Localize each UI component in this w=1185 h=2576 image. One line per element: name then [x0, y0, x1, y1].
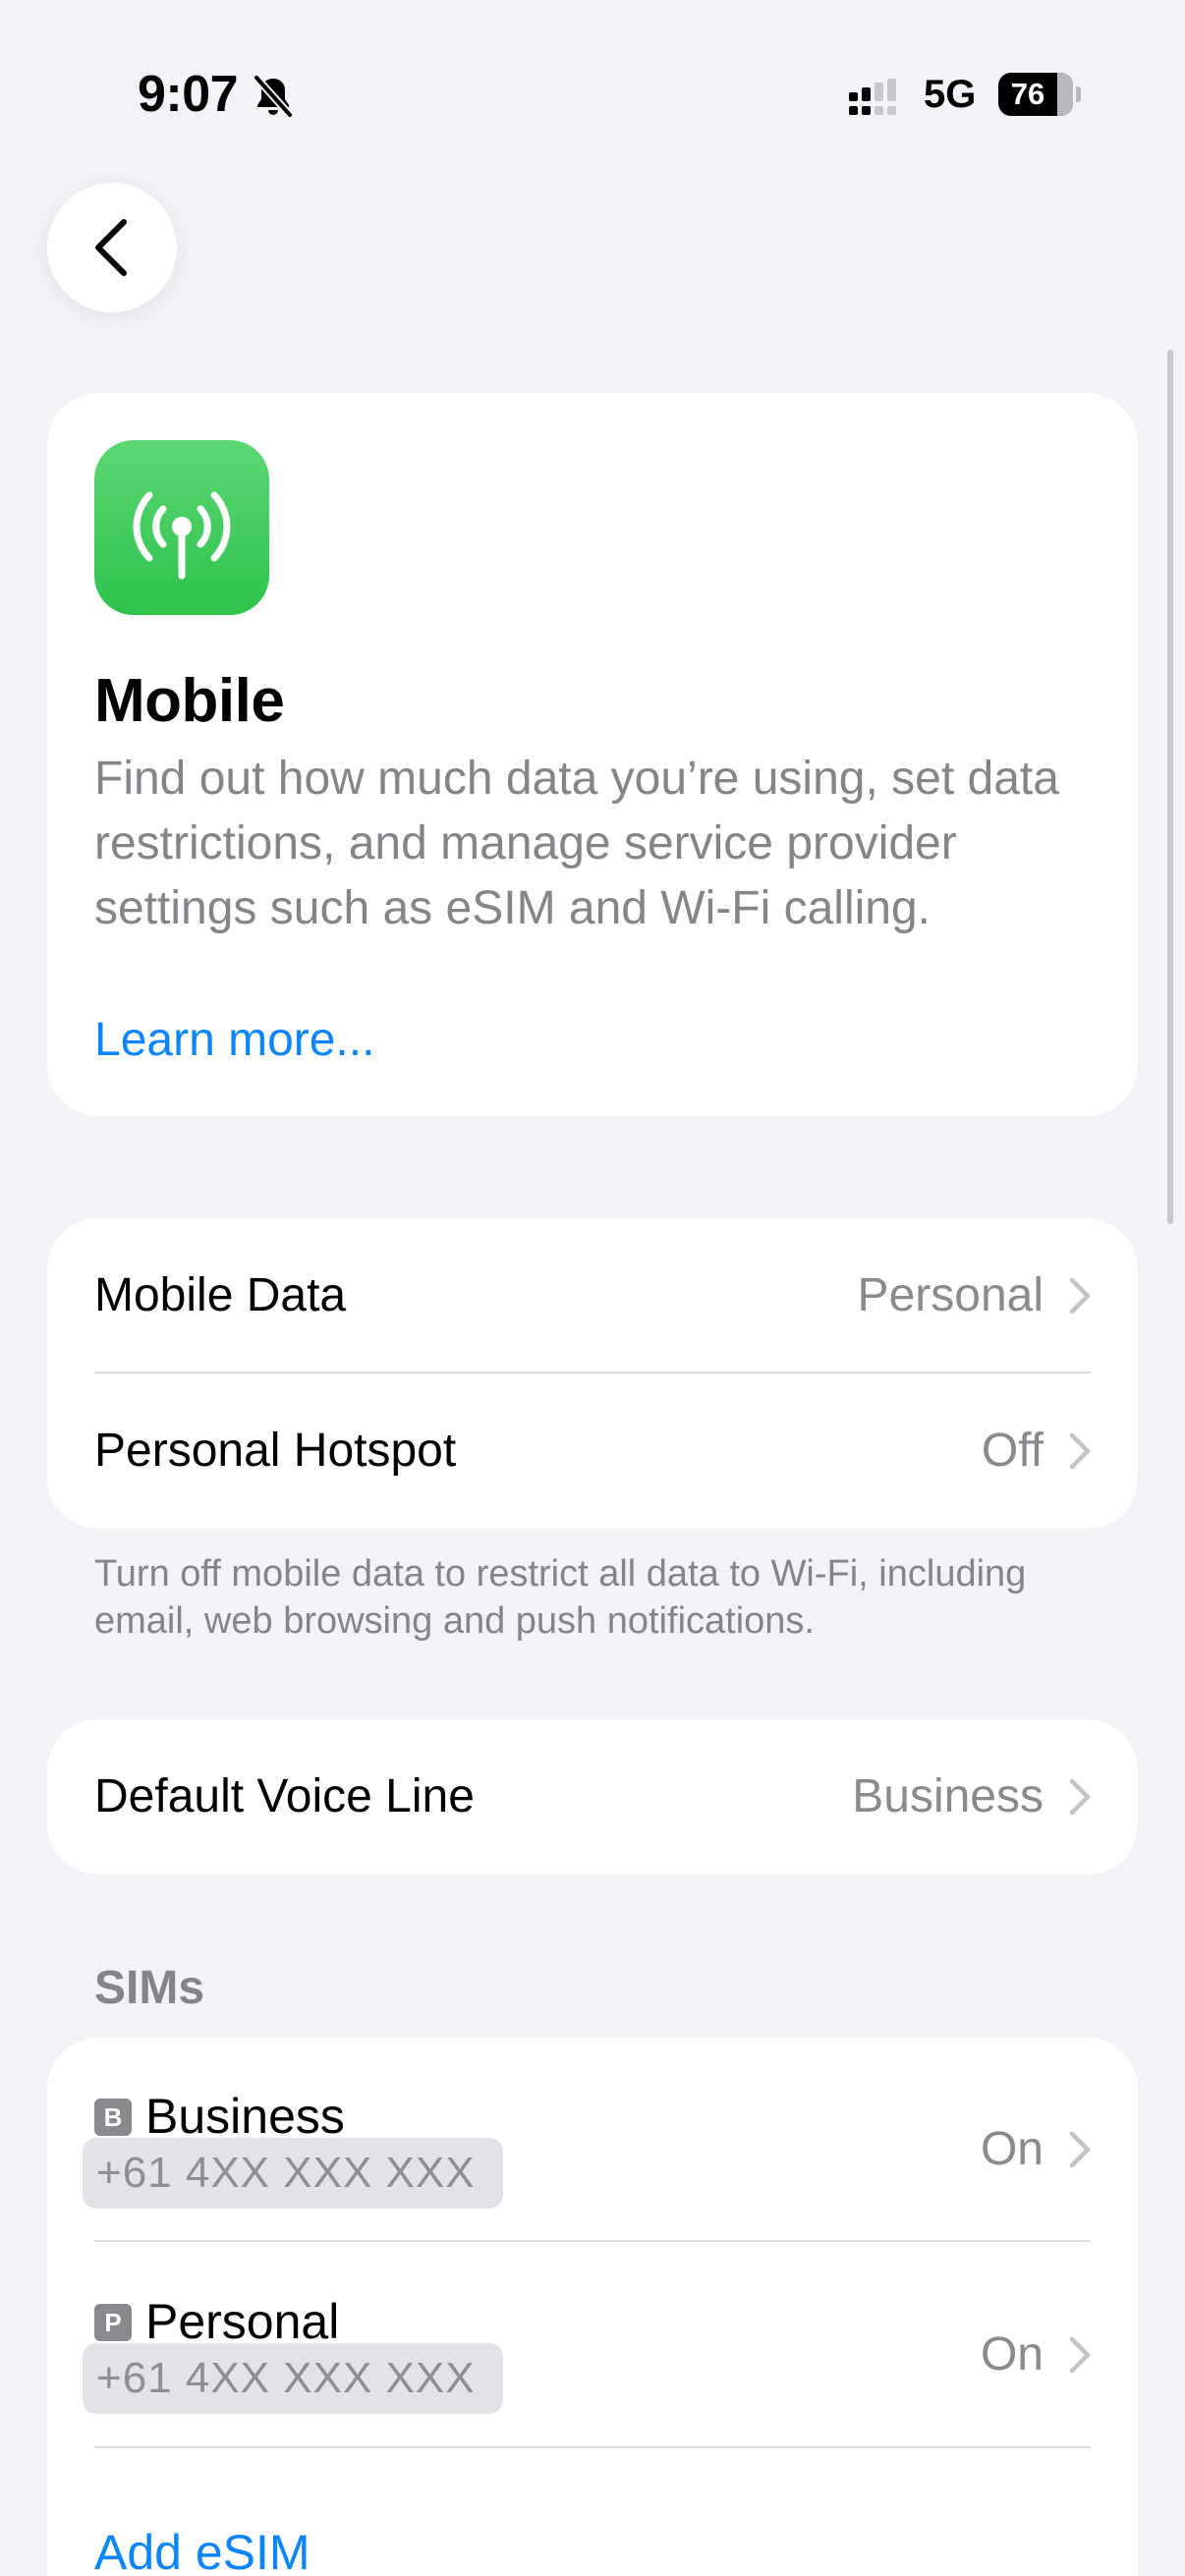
sim-badge: B	[94, 2099, 132, 2136]
bell-slash-icon	[253, 74, 294, 119]
row-personal-hotspot[interactable]: Personal Hotspot Off	[47, 1373, 1138, 1529]
chevron-right-icon	[1069, 1277, 1091, 1315]
sim-name: Personal	[145, 2294, 340, 2349]
scroll-indicator[interactable]	[1167, 350, 1173, 1224]
battery-level: 76	[1010, 77, 1045, 111]
sim-name: Business	[145, 2089, 345, 2144]
chevron-right-icon	[1069, 2131, 1091, 2168]
row-mobile-data[interactable]: Mobile Data Personal	[47, 1218, 1138, 1373]
chevron-right-icon	[1069, 1432, 1091, 1470]
row-value: Off	[981, 1425, 1044, 1477]
row-default-voice-line[interactable]: Default Voice Line Business	[47, 1719, 1138, 1875]
row-label: Default Voice Line	[94, 1770, 475, 1822]
page-title: Mobile	[94, 667, 285, 735]
sim-status: On	[980, 2328, 1044, 2380]
learn-more-link[interactable]: Learn more...	[94, 1008, 374, 1073]
sim-number: +61 4XX XXX XXX	[83, 2138, 503, 2209]
sim-row-personal[interactable]: P Personal +61 4XX XXX XXX On	[47, 2242, 1138, 2444]
voice-line-group: Default Voice Line Business	[47, 1719, 1138, 1875]
status-bar: 9:07 5G 76	[0, 0, 1185, 196]
divider	[94, 2446, 1091, 2448]
sim-badge: P	[94, 2304, 132, 2341]
mobile-data-group: Mobile Data Personal Personal Hotspot Of…	[47, 1218, 1138, 1529]
back-button[interactable]	[47, 183, 177, 312]
antenna-radiowaves-icon	[133, 491, 231, 580]
chevron-right-icon	[1069, 2336, 1091, 2374]
mobile-settings-screen: 9:07 5G 76 Mobile Find out how much data…	[0, 0, 1185, 2576]
sims-group: B Business +61 4XX XXX XXX On P Personal…	[47, 2038, 1138, 2576]
chevron-left-icon	[95, 219, 127, 276]
dual-sim-signal-icon	[849, 79, 896, 115]
row-label: Personal Hotspot	[94, 1425, 457, 1477]
row-value: Personal	[857, 1269, 1044, 1321]
sim-number: +61 4XX XXX XXX	[83, 2343, 503, 2414]
page-description: Find out how much data you’re using, set…	[94, 753, 1059, 934]
sim-row-business[interactable]: B Business +61 4XX XXX XXX On	[47, 2038, 1138, 2240]
battery-icon: 76	[998, 73, 1081, 116]
row-value: Business	[852, 1770, 1044, 1822]
sim-status: On	[980, 2123, 1044, 2175]
app-icon	[94, 440, 269, 615]
status-time: 9:07	[138, 66, 239, 123]
add-esim-button[interactable]: Add eSIM	[94, 2523, 310, 2576]
network-type: 5G	[924, 73, 977, 116]
mobile-data-footer-note: Turn off mobile data to restrict all dat…	[94, 1553, 1027, 1642]
sims-section-header: SIMs	[94, 1962, 205, 2014]
mobile-info-card: Mobile Find out how much data you’re usi…	[47, 393, 1138, 1116]
row-label: Mobile Data	[94, 1269, 347, 1321]
chevron-right-icon	[1069, 1778, 1091, 1816]
